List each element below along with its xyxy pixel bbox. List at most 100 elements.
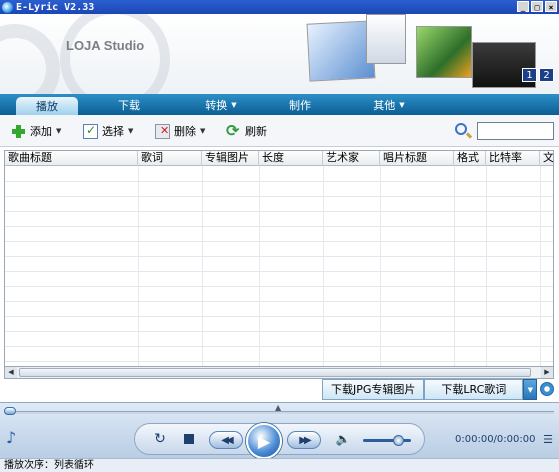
add-label: 添加 — [30, 125, 52, 138]
scroll-left-arrow[interactable]: ◀ — [5, 367, 17, 378]
chevron-down-icon: ▼ — [56, 127, 62, 135]
status-bar: 播放次序：列表循环 — [0, 458, 559, 472]
select-label: 选择 — [102, 125, 124, 138]
tab-convert[interactable]: 转换 ▼ — [198, 96, 244, 113]
checkbox-icon — [83, 123, 98, 139]
banner-page-2[interactable]: 2 — [539, 68, 554, 82]
seek-bar[interactable] — [4, 411, 554, 414]
window-title: E-Lyric V2.33 — [16, 1, 95, 13]
refresh-icon — [226, 121, 241, 140]
refresh-button[interactable]: 刷新 — [226, 121, 267, 140]
app-icon — [2, 1, 13, 13]
brand-logo: LOJA Studio — [66, 38, 145, 53]
play-order-label: 播放次序：列表循环 — [4, 460, 94, 471]
column-header-title[interactable]: 歌曲标题 — [5, 151, 138, 166]
volume-icon[interactable]: 🔈 — [336, 432, 351, 446]
add-button[interactable]: 添加 ▼ — [11, 123, 61, 139]
download-lyric-button[interactable]: 下载LRC歌词 — [424, 379, 524, 400]
column-header-artist[interactable]: 艺术家 — [323, 151, 380, 166]
table-column-line — [454, 166, 455, 366]
table-column-line — [202, 166, 203, 366]
tab-make-label: 制作 — [289, 98, 311, 112]
table-row — [5, 241, 553, 242]
window-controls: _ □ × — [517, 1, 557, 12]
delete-label: 删除 — [174, 125, 196, 138]
search-icon[interactable] — [455, 123, 467, 135]
select-button[interactable]: 选择 ▼ — [83, 123, 133, 139]
next-icon[interactable]: ▶▶ — [287, 431, 321, 449]
screenshot-thumbnail — [366, 14, 406, 64]
table-row — [5, 361, 553, 362]
stop-icon[interactable] — [184, 434, 194, 444]
column-header-more[interactable]: 文 — [540, 151, 553, 166]
toolbar: 添加 ▼ 选择 ▼ 删除 ▼ 刷新 — [0, 115, 559, 147]
decorative-swirl — [60, 14, 170, 94]
delete-icon — [155, 123, 170, 139]
table-row — [5, 181, 553, 182]
settings-icon[interactable] — [540, 382, 555, 396]
chevron-down-icon[interactable]: ▼ — [523, 379, 538, 400]
banner-page-1[interactable]: 1 — [522, 68, 537, 82]
table-column-line — [323, 166, 324, 366]
column-header-length[interactable]: 长度 — [259, 151, 323, 166]
tab-download[interactable]: 下载 — [104, 96, 154, 113]
column-header-bitrate[interactable]: 比特率 — [486, 151, 540, 166]
download-bar: 下载JPG专辑图片 下载LRC歌词 ▼ — [322, 379, 555, 401]
playlist-icon[interactable]: ☰ — [543, 433, 553, 446]
table-row — [5, 196, 553, 197]
title-bar: E-Lyric V2.33 _ □ × — [0, 0, 559, 14]
maximize-button[interactable]: □ — [531, 1, 543, 12]
chevron-down-icon: ▼ — [128, 127, 134, 135]
chevron-down-icon: ▼ — [231, 100, 237, 109]
refresh-label: 刷新 — [245, 125, 267, 138]
chevron-down-icon: ▼ — [399, 100, 405, 109]
volume-slider[interactable] — [363, 439, 411, 442]
column-header-cover[interactable]: 专辑图片 — [202, 151, 259, 166]
tab-other[interactable]: 其他 ▼ — [366, 96, 412, 113]
screenshot-thumbnail — [416, 26, 472, 78]
plus-icon — [11, 124, 26, 139]
table-row — [5, 346, 553, 347]
repeat-icon[interactable]: ↻ — [152, 431, 168, 447]
chevron-down-icon: ▼ — [200, 127, 206, 135]
table-row — [5, 301, 553, 302]
scroll-right-arrow[interactable]: ▶ — [541, 367, 553, 378]
table-column-line — [380, 166, 381, 366]
volume-knob[interactable] — [392, 435, 404, 446]
minimize-button[interactable]: _ — [517, 1, 529, 12]
table-row — [5, 211, 553, 212]
time-display: 0:00:00/0:00:00 — [455, 434, 536, 445]
tab-play[interactable]: 播放 — [16, 97, 78, 115]
table-column-line — [540, 166, 541, 366]
search-input[interactable] — [477, 122, 554, 140]
horizontal-scrollbar[interactable]: ◀ ▶ — [4, 367, 554, 379]
close-button[interactable]: × — [545, 1, 557, 12]
tab-download-label: 下载 — [118, 98, 140, 112]
tab-make[interactable]: 制作 — [280, 96, 320, 113]
table-row — [5, 256, 553, 257]
table-column-line — [138, 166, 139, 366]
music-note-icon: ♪ — [6, 428, 17, 447]
column-header-album[interactable]: 唱片标题 — [380, 151, 454, 166]
previous-icon[interactable]: ◀◀ — [209, 431, 243, 449]
header-banner: LOJA Studio 1 2 — [0, 14, 559, 94]
song-table[interactable]: 歌曲标题 歌词 专辑图片 长度 艺术家 唱片标题 格式 比特率 文 — [4, 150, 554, 367]
column-header-format[interactable]: 格式 — [454, 151, 486, 166]
play-icon[interactable]: ▶ — [246, 423, 282, 459]
player-panel: ▲ ♪ ↻ ◀◀ ▶ ▶▶ 🔈 0:00:00/0:00:00 ☰ — [0, 402, 559, 459]
table-row — [5, 286, 553, 287]
table-column-line — [486, 166, 487, 366]
table-column-line — [259, 166, 260, 366]
table-row — [5, 271, 553, 272]
tab-play-label: 播放 — [36, 100, 58, 113]
table-row — [5, 316, 553, 317]
tab-convert-label: 转换 — [205, 98, 228, 112]
seek-knob[interactable] — [4, 407, 16, 415]
scrollbar-thumb[interactable] — [19, 368, 531, 377]
delete-button[interactable]: 删除 ▼ — [155, 123, 205, 139]
decorative-swirl — [0, 24, 60, 94]
download-cover-button[interactable]: 下载JPG专辑图片 — [322, 379, 425, 400]
table-row — [5, 226, 553, 227]
column-header-lyric[interactable]: 歌词 — [138, 151, 202, 166]
main-nav: 播放 下载 转换 ▼ 制作 其他 ▼ — [0, 94, 559, 115]
